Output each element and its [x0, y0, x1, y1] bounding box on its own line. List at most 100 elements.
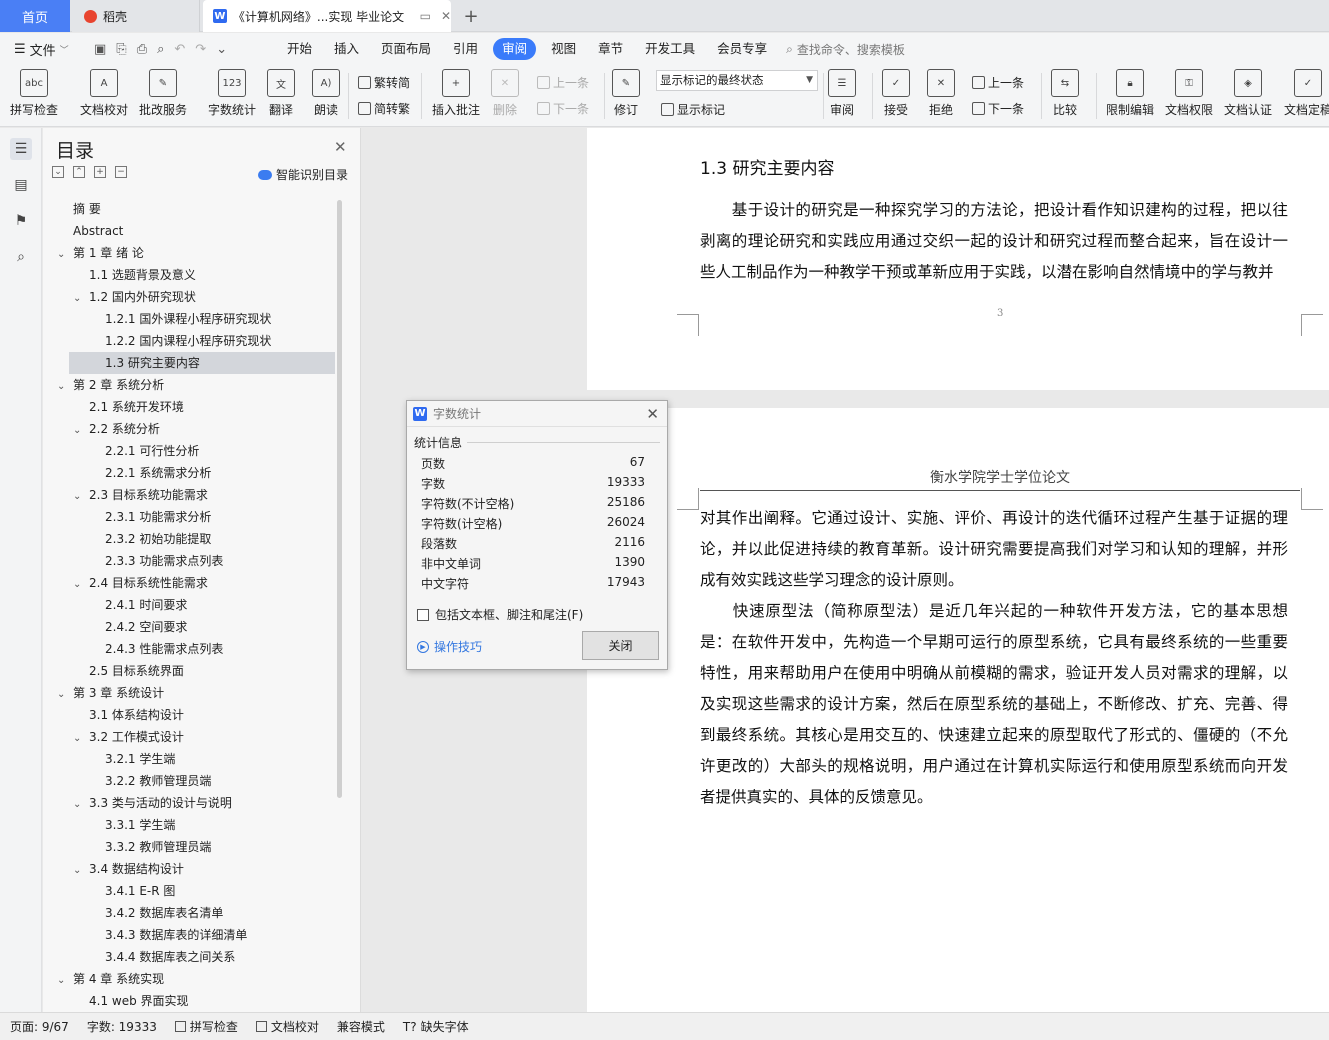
next-change-button[interactable]: 下一条 [972, 100, 1024, 117]
toc-item[interactable]: 3.4.2 数据库表名清单 [89, 902, 223, 924]
track-changes-button[interactable]: ✎ 修订 [612, 69, 640, 118]
expand-all-icon[interactable]: ⌄ [52, 166, 64, 178]
redo-icon[interactable]: ↷ [195, 42, 206, 57]
toc-item[interactable]: 3.4.4 数据库表之间关系 [89, 946, 235, 968]
toc-item[interactable]: 1.2.1 国外课程小程序研究现状 [89, 308, 271, 330]
command-search[interactable]: ⌕ 查找命令、搜索模板 [786, 41, 905, 58]
accept-button[interactable]: ✓ 接受 [882, 69, 910, 118]
toc-item[interactable]: 2.2.1 可行性分析 [89, 440, 199, 462]
toc-item[interactable]: ⌄ 1.2 国内外研究现状 [73, 286, 196, 308]
toc-item[interactable]: 3.4.3 数据库表的详细清单 [89, 924, 247, 946]
tab-start[interactable]: 开始 [276, 38, 323, 60]
show-markup-button[interactable]: 显示标记 [661, 101, 725, 118]
toc-item[interactable]: 2.2.1 系统需求分析 [89, 462, 211, 484]
chevron-down-icon[interactable]: ⌄ [57, 970, 73, 992]
toc-item[interactable]: ⌄ 2.4 目标系统性能需求 [73, 572, 208, 594]
toc-item[interactable]: 2.1 系统开发环境 [73, 396, 184, 418]
read-aloud-button[interactable]: A) 朗读 [312, 69, 340, 118]
toc-nav-icon[interactable]: ☰ [10, 138, 32, 160]
bookmark-icon[interactable]: ⚑ [10, 210, 32, 232]
file-menu[interactable]: ☰ 文件 ﹀ [0, 40, 86, 59]
doc-permission-button[interactable]: ⚿ 文档权限 [1165, 69, 1213, 118]
toc-item[interactable]: 2.4.3 性能需求点列表 [89, 638, 223, 660]
review-service-button[interactable]: ✎ 批改服务 [139, 69, 187, 118]
tab-review[interactable]: 审阅 [493, 38, 537, 60]
toc-item[interactable]: ⌄ 第 1 章 绪 论 [57, 242, 144, 264]
toc-item[interactable]: 2.5 目标系统界面 [73, 660, 184, 682]
add-heading-icon[interactable]: + [94, 166, 106, 178]
smart-toc-button[interactable]: 智能识别目录 [258, 166, 348, 183]
compare-button[interactable]: ⇆ 比较 [1051, 69, 1079, 118]
tab-insert[interactable]: 插入 [323, 38, 370, 60]
print-icon[interactable]: ⎙ [137, 42, 147, 57]
translate-button[interactable]: 文翻译 [267, 69, 295, 118]
reject-button[interactable]: ✕ 拒绝 [927, 69, 955, 118]
tab-chapter[interactable]: 章节 [587, 38, 634, 60]
word-count-button[interactable]: 123 字数统计 [208, 69, 256, 118]
toc-item[interactable]: 1.2.2 国内课程小程序研究现状 [89, 330, 271, 352]
toc-item[interactable]: ⌄ 第 3 章 系统设计 [57, 682, 164, 704]
toc-item[interactable]: ⌄ 3.4 数据结构设计 [73, 858, 184, 880]
include-textbox-checkbox[interactable]: 包括文本框、脚注和尾注(F) [417, 606, 583, 623]
print-preview-icon[interactable]: ⌕ [157, 42, 164, 57]
word-count-indicator[interactable]: 字数: 19333 [77, 1018, 165, 1035]
spell-check-button[interactable]: abc 拼写检查 [10, 69, 58, 118]
tips-link[interactable]: ▶ 操作技巧 [417, 638, 482, 655]
chapter-nav-icon[interactable]: ▤ [10, 174, 32, 196]
delete-comment-button[interactable]: ✕ 删除 [491, 69, 519, 118]
tab-references[interactable]: 引用 [442, 38, 489, 60]
toc-scrollbar[interactable] [337, 200, 342, 798]
compat-mode-status[interactable]: 兼容模式 [327, 1018, 393, 1035]
chevron-down-icon[interactable]: ⌄ [73, 728, 89, 750]
toc-item[interactable]: 2.4.1 时间要求 [89, 594, 187, 616]
search-icon[interactable]: ⌕ [10, 246, 32, 268]
doc-proof-button[interactable]: A 文档校对 [80, 69, 128, 118]
remove-heading-icon[interactable]: − [115, 166, 127, 178]
toc-item[interactable]: ⌄ 3.2 工作模式设计 [73, 726, 184, 748]
toc-item[interactable]: 2.3.3 功能需求点列表 [89, 550, 223, 572]
export-icon[interactable]: ⎘ [116, 42, 126, 57]
toc-item[interactable]: 2.3.2 初始功能提取 [89, 528, 211, 550]
body-paragraph[interactable]: 快速原型法（简称原型法）是近几年兴起的一种软件开发方法，它的基本思想是：在软件开… [700, 596, 1288, 813]
tab-developer[interactable]: 开发工具 [634, 38, 706, 60]
tab-pin-icon[interactable]: ▭ [420, 9, 431, 23]
tab-document[interactable]: W 《计算机网络》...实现 毕业论文 ▭ ✕ [203, 0, 451, 32]
collapse-all-icon[interactable]: ⌃ [73, 166, 85, 178]
tab-close-icon[interactable]: ✕ [441, 9, 451, 23]
toc-item[interactable]: 3.3.2 教师管理员端 [89, 836, 211, 858]
next-comment-button[interactable]: 下一条 [537, 100, 589, 117]
restrict-edit-button[interactable]: 🔒︎ 限制编辑 [1106, 69, 1154, 118]
toc-item[interactable]: 2.3.1 功能需求分析 [89, 506, 211, 528]
spell-check-status[interactable]: 拼写检查 [165, 1018, 246, 1035]
toc-item[interactable]: ⌄ 2.3 目标系统功能需求 [73, 484, 208, 506]
tab-daoke[interactable]: 稻壳 [72, 0, 200, 32]
chevron-down-icon[interactable]: ⌄ [57, 244, 73, 266]
toc-item[interactable]: 3.1 体系结构设计 [73, 704, 184, 726]
toc-item[interactable]: 3.2.2 教师管理员端 [89, 770, 211, 792]
close-icon[interactable]: ✕ [334, 138, 347, 156]
tab-view[interactable]: 视图 [540, 38, 587, 60]
toc-item[interactable]: 1.3 研究主要内容 [69, 352, 335, 374]
toc-item[interactable]: ⌄ 2.2 系统分析 [73, 418, 160, 440]
toc-item[interactable]: ⌄ 第 4 章 系统实现 [57, 968, 164, 990]
toc-item[interactable]: ⌄ 第 2 章 系统分析 [57, 374, 164, 396]
page-indicator[interactable]: 页面: 9/67 [0, 1018, 77, 1035]
chevron-down-icon[interactable]: ⌄ [73, 794, 89, 816]
chevron-down-icon[interactable]: ⌄ [73, 574, 89, 596]
toc-item[interactable]: Abstract [57, 220, 123, 242]
tab-member[interactable]: 会员专享 [706, 38, 778, 60]
chevron-down-icon[interactable]: ⌄ [73, 486, 89, 508]
chevron-down-icon[interactable]: ⌄ [57, 376, 73, 398]
prev-comment-button[interactable]: 上一条 [537, 74, 589, 91]
chevron-down-icon[interactable]: ⌄ [73, 288, 89, 310]
doc-cert-button[interactable]: ◈ 文档认证 [1224, 69, 1272, 118]
doc-final-button[interactable]: ✓ 文档定稿 [1284, 69, 1329, 118]
toc-item[interactable]: 4.1 web 界面实现 [73, 990, 189, 1008]
toc-item[interactable]: 3.2.1 学生端 [89, 748, 175, 770]
doc-proof-status[interactable]: 文档校对 [246, 1018, 327, 1035]
undo-icon[interactable]: ↶ [174, 42, 185, 57]
chevron-down-icon[interactable]: ⌄ [73, 420, 89, 442]
markup-state-select[interactable]: 显示标记的最终状态 ▼ [656, 70, 818, 91]
toc-item[interactable]: 3.4.1 E-R 图 [89, 880, 175, 902]
close-icon[interactable]: ✕ [646, 405, 659, 423]
